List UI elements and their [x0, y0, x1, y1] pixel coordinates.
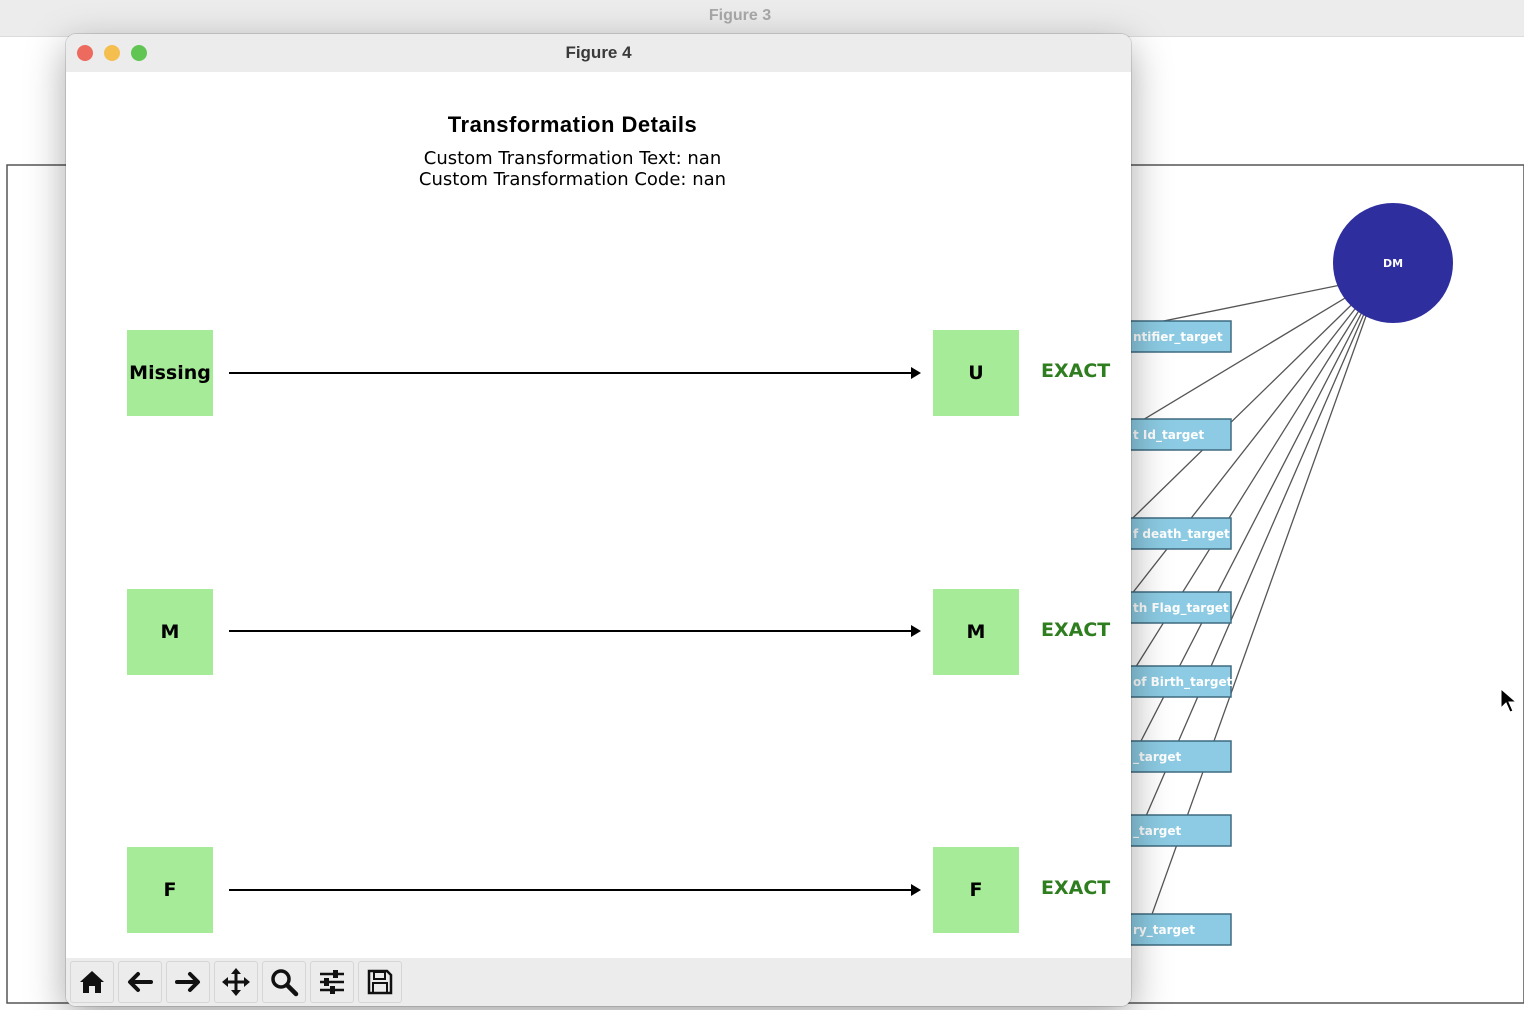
background-window-titlebar[interactable]: Figure 3 [0, 0, 1524, 37]
target-value-box: U [933, 330, 1019, 416]
source-value-box: Missing [127, 330, 213, 416]
target-value-box: F [933, 847, 1019, 933]
window-titlebar[interactable]: Figure 4 [66, 34, 1131, 72]
navigation-toolbar [66, 958, 1131, 1006]
home-icon [80, 971, 104, 993]
source-value-box: F [127, 847, 213, 933]
match-type-label: EXACT [1041, 619, 1111, 641]
window-title: Figure 4 [565, 43, 632, 62]
mapping-arrow [229, 367, 921, 379]
forward-button[interactable] [166, 961, 210, 1003]
configure-subplots-icon [320, 970, 344, 994]
mapping-arrow [229, 625, 921, 637]
target-node-label: f death_target [1133, 527, 1230, 542]
zoom-button[interactable] [262, 961, 306, 1003]
target-node-label: _target [1133, 750, 1181, 765]
background-window-title: Figure 3 [708, 7, 772, 24]
target-node-label: ry_target [1133, 923, 1195, 938]
target-node-label: _target [1133, 824, 1181, 839]
zoom-magnifier-icon [271, 969, 299, 997]
match-type-label: EXACT [1041, 877, 1111, 899]
home-button[interactable] [70, 961, 114, 1003]
custom-transformation-code: Custom Transformation Code: nan [418, 169, 727, 190]
back-button[interactable] [118, 961, 162, 1003]
save-figure-button[interactable] [358, 961, 402, 1003]
source-value-box: M [127, 589, 213, 675]
target-node-label: t Id_target [1133, 428, 1204, 443]
custom-transformation-text: Custom Transformation Text: nan [423, 148, 722, 169]
pan-button[interactable] [214, 961, 258, 1003]
plot-title: Transformation Details [447, 112, 698, 137]
plot-canvas[interactable]: Transformation Details Custom Transforma… [66, 72, 1131, 954]
pan-move-icon [222, 968, 250, 996]
figure-4-window[interactable]: Figure 4 Transformation Details Custom T… [66, 34, 1131, 1006]
mapping-arrow [229, 884, 921, 896]
forward-arrow-icon [175, 972, 200, 992]
graph-edge [1100, 276, 1381, 550]
configure-subplots-button[interactable] [310, 961, 354, 1003]
target-node-label: th Flag_target [1133, 601, 1229, 616]
mouse-cursor-icon [1500, 688, 1518, 713]
target-value-box: M [933, 589, 1019, 675]
target-node-label: ntifier_target [1133, 330, 1223, 345]
save-floppy-icon [367, 969, 393, 995]
match-type-label: EXACT [1041, 360, 1111, 382]
back-arrow-icon [128, 972, 153, 992]
target-node-label: of Birth_target [1133, 675, 1233, 690]
hub-node-label: DM [1383, 257, 1403, 270]
